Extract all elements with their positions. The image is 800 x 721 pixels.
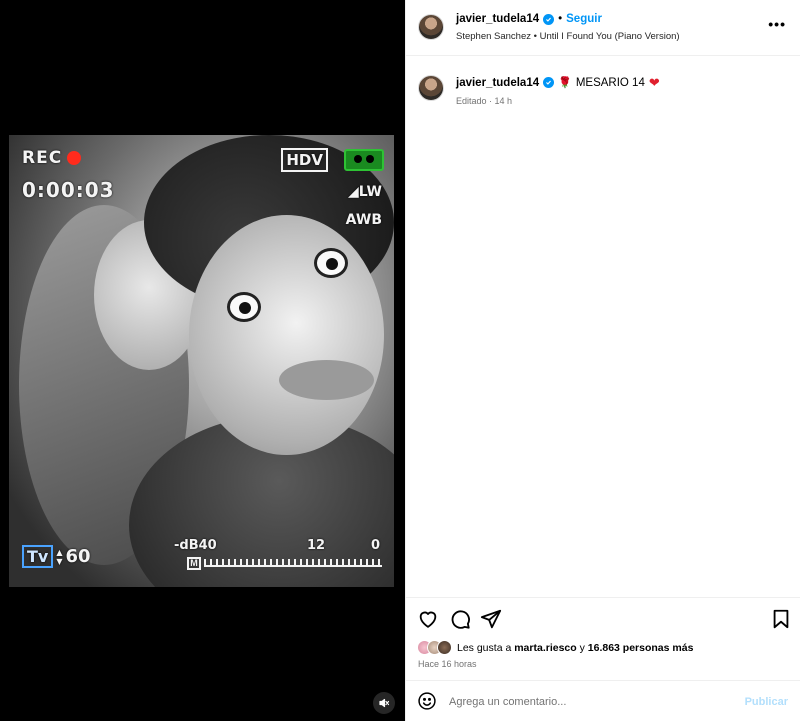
hud-timecode: 0:00:03 (22, 178, 115, 202)
hud-format: HDV (281, 148, 328, 172)
emoji-icon[interactable] (417, 691, 437, 711)
hud-db-label: -dB40 (174, 538, 217, 553)
post-dialog: REC 0:00:03 HDV ◢LW AWB Tv ▲ ▼ 60 -dB40 1… (0, 0, 800, 721)
header-separator: • (558, 13, 563, 25)
likes-connector: y (579, 641, 585, 654)
verified-badge-icon (543, 77, 555, 88)
up-down-arrows-icon: ▲ ▼ (56, 547, 63, 566)
media-pane: REC 0:00:03 HDV ◢LW AWB Tv ▲ ▼ 60 -dB40 1… (0, 0, 405, 721)
comment-divider (406, 680, 800, 681)
post-side-panel: javier_tudela14 • Seguir Stephen Sanchez… (405, 0, 800, 721)
hud-lw-label: LW (358, 184, 382, 200)
mute-button[interactable] (373, 692, 395, 714)
tape-icon (344, 149, 384, 171)
post-timestamp[interactable]: Hace 16 horas (418, 659, 477, 669)
hud-tv-value: 60 (65, 546, 91, 567)
caption-avatar[interactable] (418, 75, 444, 101)
rec-dot-icon (67, 151, 82, 165)
hud-rec-label: REC (22, 148, 63, 168)
follow-button[interactable]: Seguir (566, 13, 602, 25)
caption-meta: Editado · 14 h (456, 96, 513, 106)
hud-meter-end: 0 (371, 538, 381, 553)
photo-lips (279, 360, 374, 400)
likes-summary[interactable]: Les gusta a marta.riesco y 16.863 person… (417, 640, 693, 655)
audio-meter: M (187, 556, 382, 570)
share-icon[interactable] (480, 608, 502, 630)
audio-track-link[interactable]: Stephen Sanchez • Until I Found You (Pia… (456, 31, 680, 42)
hud-tv-label: Tv (22, 545, 54, 568)
photo-face-boy (189, 215, 384, 455)
verified-badge-icon (543, 13, 555, 25)
likes-user[interactable]: marta.riesco (514, 642, 576, 654)
likes-text: Les gusta a marta.riesco y 16.863 person… (457, 642, 693, 654)
liker-avatars (417, 640, 452, 655)
actions-divider (406, 597, 800, 598)
post-photo[interactable]: REC 0:00:03 HDV ◢LW AWB Tv ▲ ▼ 60 -dB40 1… (9, 135, 394, 587)
more-options-button[interactable]: ••• (768, 17, 786, 31)
liker-avatar (437, 640, 452, 655)
author-avatar[interactable] (418, 14, 444, 40)
hud-rec: REC (22, 148, 82, 168)
hud-lw: ◢LW (347, 184, 382, 200)
caption-username[interactable]: javier_tudela14 (456, 77, 539, 89)
bookmark-icon[interactable] (770, 608, 792, 630)
caption-text: MESARIO 14 (575, 76, 645, 89)
post-header: javier_tudela14 • Seguir (456, 13, 602, 25)
likes-prefix: Les gusta a (457, 641, 512, 654)
header-divider (406, 55, 800, 56)
comment-icon[interactable] (449, 608, 471, 630)
heart-emoji: ❤ (648, 74, 660, 90)
speaker-muted-icon (379, 698, 390, 708)
rose-emoji: 🌹 (558, 77, 572, 89)
hud-awb: AWB (345, 212, 382, 228)
hud-meter-mid: 12 (307, 538, 326, 553)
heart-icon[interactable] (417, 608, 439, 630)
caption: javier_tudela14 🌹 MESARIO 14 ❤ (456, 74, 660, 90)
meter-bars (204, 559, 382, 567)
author-username[interactable]: javier_tudela14 (456, 13, 539, 25)
likes-count[interactable]: 16.863 personas más (588, 642, 694, 654)
hud-meter-m: M (187, 556, 201, 570)
publish-button[interactable]: Publicar (745, 696, 788, 708)
comment-input[interactable] (449, 692, 729, 712)
hud-tv: Tv ▲ ▼ 60 (22, 545, 91, 568)
photo-eye-left (227, 292, 261, 322)
photo-eye-right (314, 248, 348, 278)
